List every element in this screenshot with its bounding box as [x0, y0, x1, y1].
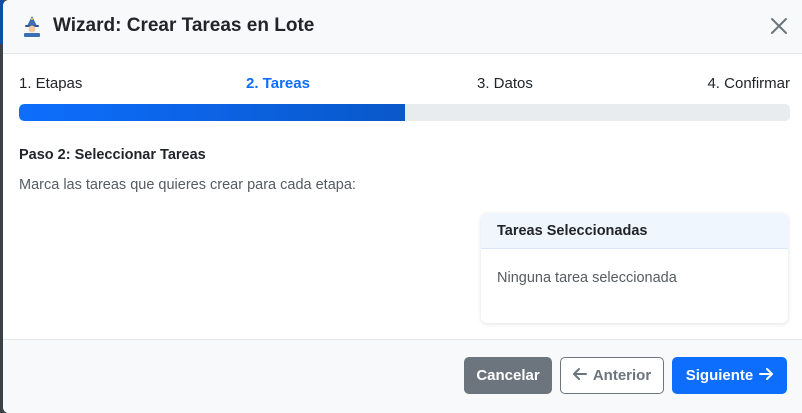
close-icon: [771, 18, 787, 34]
step-heading: Paso 2: Seleccionar Tareas: [19, 147, 206, 163]
modal-header: Wizard: Crear Tareas en Lote: [3, 0, 802, 54]
cancel-button[interactable]: Cancelar: [464, 357, 552, 394]
arrow-right-icon: [759, 367, 774, 385]
next-button[interactable]: Siguiente: [672, 357, 787, 394]
cancel-button-label: Cancelar: [476, 367, 540, 384]
modal-title: Wizard: Crear Tareas en Lote: [21, 13, 314, 39]
close-button[interactable]: [765, 12, 793, 40]
step-confirmar: 4. Confirmar: [707, 75, 790, 92]
next-button-label: Siguiente: [685, 367, 754, 384]
wizard-steps: 1. Etapas 2. Tareas 3. Datos 4. Confirma…: [19, 75, 790, 95]
arrow-left-icon: [572, 367, 587, 385]
wizard-icon: [21, 15, 43, 37]
previous-button-label: Anterior: [592, 367, 652, 384]
step-datos: 3. Datos: [477, 75, 533, 92]
modal-footer: Cancelar Anterior Siguiente: [3, 339, 802, 413]
progress-fill: [19, 104, 405, 121]
modal-title-text: Wizard: Crear Tareas en Lote: [53, 15, 315, 36]
previous-button[interactable]: Anterior: [560, 357, 664, 394]
step-etapas: 1. Etapas: [19, 75, 83, 92]
step-description: Marca las tareas que quieres crear para …: [19, 177, 356, 193]
selected-tasks-header: Tareas Seleccionadas: [481, 213, 788, 249]
wizard-progress-bar: [19, 104, 790, 121]
step-tareas: 2. Tareas: [246, 75, 310, 92]
selected-tasks-panel: Tareas Seleccionadas Ninguna tarea selec…: [481, 213, 788, 323]
wizard-modal: Wizard: Crear Tareas en Lote 1. Etapas 2…: [3, 0, 802, 413]
selected-tasks-empty: Ninguna tarea seleccionada: [497, 270, 677, 286]
